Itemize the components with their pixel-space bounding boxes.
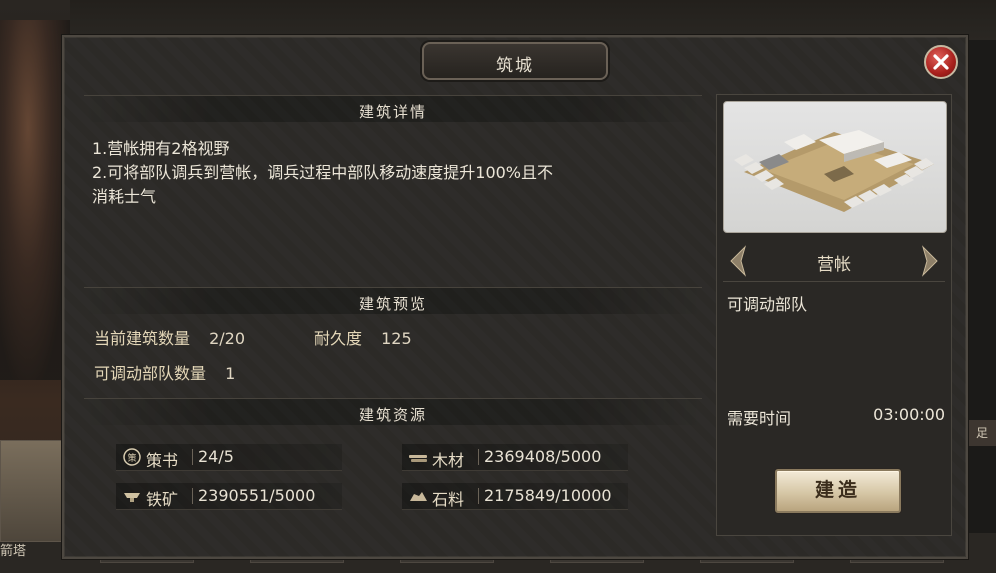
building-count-value: 2/20 <box>209 329 246 348</box>
resource-name: 石料 <box>432 490 465 509</box>
resource-divider <box>192 449 193 465</box>
resource-iron: 铁矿 2390551/5000 <box>116 483 342 510</box>
close-icon <box>933 54 949 70</box>
iron-icon <box>124 493 140 502</box>
durability-value: 125 <box>381 329 412 348</box>
resource-name: 策书 <box>146 451 179 470</box>
building-count-label: 当前建筑数量 <box>94 329 191 348</box>
building-selector: 营帐 <box>723 241 945 282</box>
description-line: 消耗士气 <box>92 187 157 206</box>
resource-strategy-book: 策 策书 24/5 <box>116 444 342 471</box>
resources-header: 建筑资源 <box>84 398 702 425</box>
wood-icon <box>409 455 427 462</box>
background-character <box>0 20 70 380</box>
resource-name: 铁矿 <box>146 490 179 509</box>
preview-header: 建筑预览 <box>84 287 702 314</box>
details-header-label: 建筑详情 <box>358 103 427 121</box>
building-image <box>723 101 947 233</box>
resource-value: 2390551/5000 <box>198 486 316 505</box>
resource-divider <box>192 488 193 504</box>
building-panel: 营帐 可调动部队 需要时间 03:00:00 建造 <box>716 94 952 536</box>
durability-row: 耐久度 125 <box>314 325 412 349</box>
stone-icon <box>410 492 427 501</box>
build-button[interactable]: 建造 <box>775 469 901 513</box>
background-building-tile <box>0 440 64 542</box>
close-button[interactable] <box>924 45 958 79</box>
background-building-label: 箭塔 <box>0 544 27 559</box>
details-header: 建筑详情 <box>84 95 702 122</box>
build-dialog: 筑城 建筑详情 1.营帐拥有2格视野 2.可将部队调兵到营帐，调兵过程中部队移动… <box>62 35 968 559</box>
camp-illustration <box>734 130 934 212</box>
building-description: 1.营帐拥有2格视野 2.可将部队调兵到营帐，调兵过程中部队移动速度提升100%… <box>92 137 702 209</box>
resource-value: 2369408/5000 <box>484 447 602 466</box>
resource-divider <box>478 488 479 504</box>
durability-label: 耐久度 <box>314 329 363 348</box>
building-short-description: 可调动部队 <box>727 295 808 314</box>
resources-header-label: 建筑资源 <box>358 406 427 424</box>
resource-wood: 木材 2369408/5000 <box>402 444 628 471</box>
building-count-row: 当前建筑数量 2/20 <box>94 325 245 349</box>
preview-header-label: 建筑预览 <box>358 295 427 313</box>
description-line: 1.营帐拥有2格视野 <box>92 139 230 158</box>
strategy-book-icon: 策 <box>123 448 141 466</box>
troops-value: 1 <box>225 364 236 383</box>
resource-stone: 石料 2175849/10000 <box>402 483 628 510</box>
svg-text:策: 策 <box>127 452 136 464</box>
background-top <box>0 0 996 40</box>
building-name: 营帐 <box>817 255 851 275</box>
time-label: 需要时间 <box>727 409 792 428</box>
title-plate: 筑城 <box>422 42 608 80</box>
resource-name: 木材 <box>432 451 465 470</box>
resource-value: 2175849/10000 <box>484 486 612 505</box>
dialog-title: 筑城 <box>496 56 534 76</box>
troops-label: 可调动部队数量 <box>94 364 207 383</box>
time-value: 03:00:00 <box>873 405 945 424</box>
description-line: 2.可将部队调兵到营帐，调兵过程中部队移动速度提升100%且不 <box>92 163 554 182</box>
troops-row: 可调动部队数量 1 <box>94 360 235 384</box>
resource-value: 24/5 <box>198 447 234 466</box>
next-arrow-icon[interactable] <box>917 245 941 277</box>
resource-divider <box>478 449 479 465</box>
background-right-tab: 足 <box>968 420 996 446</box>
